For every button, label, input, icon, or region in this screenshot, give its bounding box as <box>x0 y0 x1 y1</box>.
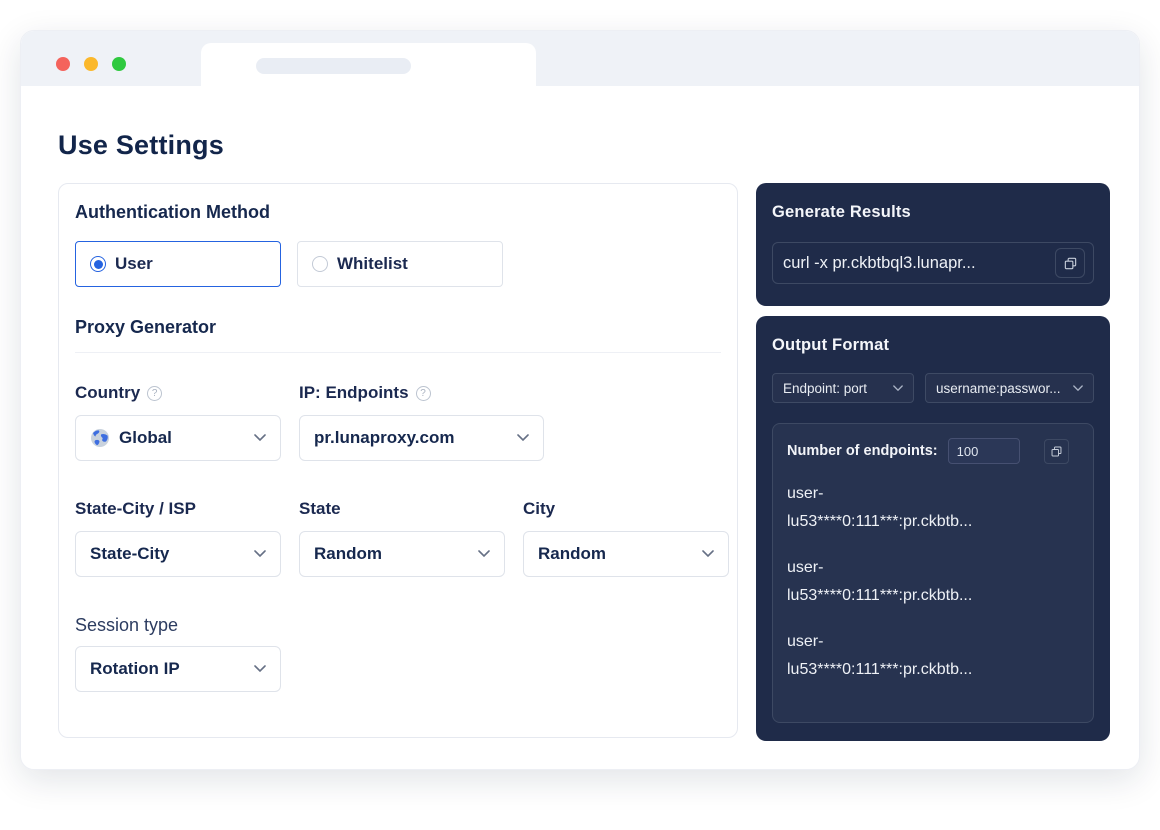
chevron-down-icon <box>254 434 266 442</box>
country-label: Country <box>75 383 140 403</box>
tab-title-placeholder <box>256 58 411 74</box>
globe-icon <box>90 428 110 448</box>
proxy-result: user- lu53****0:111***:pr.ckbtb... <box>787 480 1079 536</box>
browser-window: Use Settings Authentication Method User … <box>20 30 1140 770</box>
auth-option-whitelist[interactable]: Whitelist <box>297 241 503 287</box>
copy-button[interactable] <box>1044 439 1069 464</box>
page-content: Use Settings Authentication Method User … <box>21 130 1139 741</box>
proxy-result-user: user- <box>787 554 1079 582</box>
credentials-format-select[interactable]: username:passwor... <box>925 373 1094 403</box>
proxy-result: user- lu53****0:111***:pr.ckbtb... <box>787 554 1079 610</box>
chevron-down-icon <box>254 550 266 558</box>
chevron-down-icon <box>478 550 490 558</box>
endpoint-format-value: Endpoint: port <box>783 381 885 396</box>
results-column: Generate Results curl -x pr.ckbtbql3.lun… <box>756 183 1110 741</box>
traffic-lights <box>56 57 126 71</box>
chevron-down-icon <box>702 550 714 558</box>
copy-icon <box>1063 256 1078 271</box>
curl-command: curl -x pr.ckbtbql3.lunapr... <box>783 254 1049 273</box>
divider <box>75 352 721 353</box>
endpoints-results-box: Number of endpoints: user <box>772 423 1094 723</box>
state-field: State Random <box>299 499 505 577</box>
auth-options: User Whitelist <box>75 241 721 287</box>
state-select[interactable]: Random <box>299 531 505 577</box>
close-window-icon[interactable] <box>56 57 70 71</box>
radio-selected-icon <box>90 256 106 272</box>
settings-card: Authentication Method User Whitelist Pro… <box>58 183 738 738</box>
maximize-window-icon[interactable] <box>112 57 126 71</box>
proxy-result: user- lu53****0:111***:pr.ckbtb... <box>787 628 1079 684</box>
auth-option-label: Whitelist <box>337 254 408 274</box>
city-value: Random <box>538 544 693 564</box>
copy-icon <box>1050 445 1063 458</box>
generate-results-heading: Generate Results <box>772 203 1094 222</box>
generate-results-panel: Generate Results curl -x pr.ckbtbql3.lun… <box>756 183 1110 306</box>
country-field: Country ? Global <box>75 383 281 461</box>
curl-command-box: curl -x pr.ckbtbql3.lunapr... <box>772 242 1094 284</box>
country-select[interactable]: Global <box>75 415 281 461</box>
output-format-panel: Output Format Endpoint: port username:pa… <box>756 316 1110 741</box>
proxy-result-detail: lu53****0:111***:pr.ckbtb... <box>787 582 1079 610</box>
proxy-generator-heading: Proxy Generator <box>75 317 721 338</box>
city-field: City Random <box>523 499 729 577</box>
auth-method-heading: Authentication Method <box>75 202 721 223</box>
copy-button[interactable] <box>1055 248 1085 278</box>
state-value: Random <box>314 544 469 564</box>
browser-chrome <box>21 31 1139 86</box>
output-format-heading: Output Format <box>772 336 1094 355</box>
ip-endpoints-label: IP: Endpoints <box>299 383 409 403</box>
state-city-isp-label: State-City / ISP <box>75 499 196 519</box>
minimize-window-icon[interactable] <box>84 57 98 71</box>
auth-option-user[interactable]: User <box>75 241 281 287</box>
session-type-field: Session type Rotation IP <box>75 615 721 692</box>
browser-tab[interactable] <box>201 43 536 86</box>
proxy-results-list: user- lu53****0:111***:pr.ckbtb... user-… <box>787 480 1079 684</box>
chevron-down-icon <box>1073 385 1083 392</box>
state-city-isp-value: State-City <box>90 544 245 564</box>
city-select[interactable]: Random <box>523 531 729 577</box>
ip-endpoints-field: IP: Endpoints ? pr.lunaproxy.com <box>299 383 544 461</box>
proxy-result-user: user- <box>787 628 1079 656</box>
endpoints-count-input[interactable] <box>948 438 1020 464</box>
session-type-select[interactable]: Rotation IP <box>75 646 281 692</box>
help-icon[interactable]: ? <box>147 386 162 401</box>
page-title: Use Settings <box>58 130 1109 161</box>
ip-endpoints-value: pr.lunaproxy.com <box>314 428 508 448</box>
format-selects: Endpoint: port username:passwor... <box>772 373 1094 403</box>
proxy-result-detail: lu53****0:111***:pr.ckbtb... <box>787 508 1079 536</box>
credentials-format-value: username:passwor... <box>936 381 1065 396</box>
state-city-isp-field: State-City / ISP State-City <box>75 499 281 577</box>
radio-unselected-icon <box>312 256 328 272</box>
help-icon[interactable]: ? <box>416 386 431 401</box>
endpoints-count-label: Number of endpoints: <box>787 443 938 459</box>
session-type-value: Rotation IP <box>90 659 245 679</box>
proxy-result-detail: lu53****0:111***:pr.ckbtb... <box>787 656 1079 684</box>
country-value: Global <box>119 428 245 448</box>
session-type-label: Session type <box>75 615 721 636</box>
auth-option-label: User <box>115 254 153 274</box>
state-city-isp-select[interactable]: State-City <box>75 531 281 577</box>
chevron-down-icon <box>254 665 266 673</box>
ip-endpoints-select[interactable]: pr.lunaproxy.com <box>299 415 544 461</box>
proxy-result-user: user- <box>787 480 1079 508</box>
chevron-down-icon <box>893 385 903 392</box>
city-label: City <box>523 499 555 519</box>
chevron-down-icon <box>517 434 529 442</box>
endpoint-format-select[interactable]: Endpoint: port <box>772 373 914 403</box>
state-label: State <box>299 499 341 519</box>
